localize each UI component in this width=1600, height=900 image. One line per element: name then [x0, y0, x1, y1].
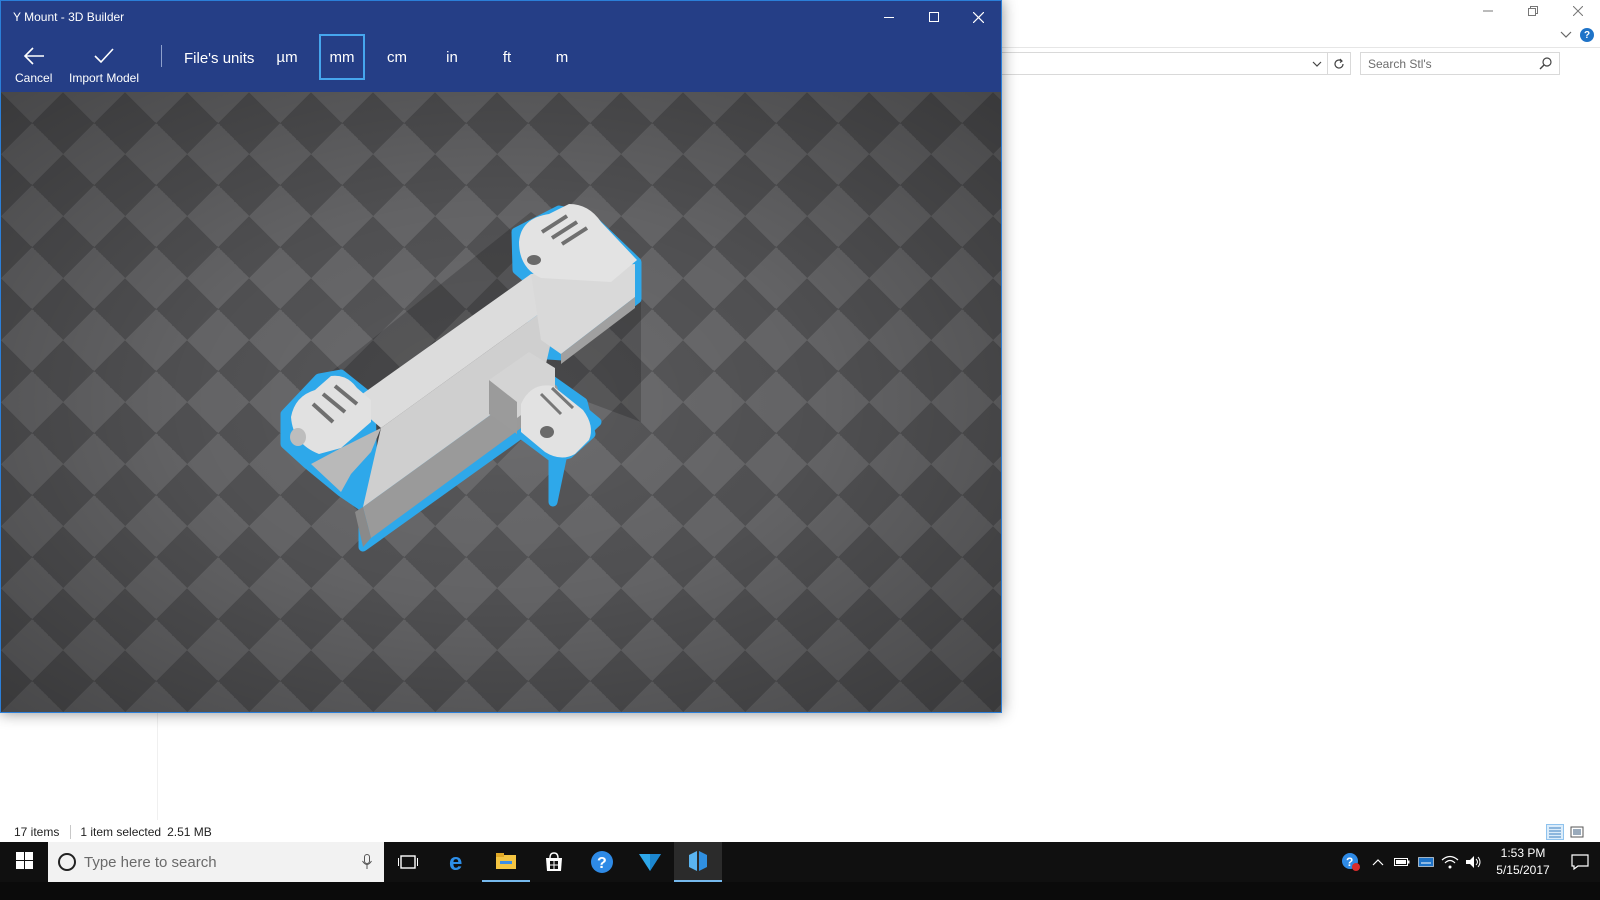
- window-controls: [866, 1, 1001, 33]
- selected-size: 2.51 MB: [167, 825, 212, 839]
- store-icon[interactable]: [530, 842, 578, 882]
- upper-mount-hole: [527, 255, 541, 265]
- clock-time: 1:53 PM: [1500, 846, 1546, 860]
- file-explorer-icon[interactable]: [482, 842, 530, 882]
- explorer-close-button[interactable]: [1555, 0, 1600, 22]
- windows-logo-icon: [15, 852, 33, 872]
- cortana-icon: [58, 853, 76, 871]
- taskbar: Type here to search e ? ? 1:53 PM 5/15/2…: [0, 842, 1600, 882]
- title-bar: Y Mount - 3D Builder: [1, 1, 1001, 33]
- explorer-restore-button[interactable]: [1510, 0, 1555, 22]
- refresh-icon[interactable]: [1327, 53, 1350, 74]
- volume-icon[interactable]: [1462, 842, 1486, 882]
- svg-text:?: ?: [597, 855, 607, 872]
- file-units-label: File's units: [184, 50, 255, 67]
- 3d-builder-window: Y Mount - 3D Builder Cancel Import Model: [0, 0, 1002, 713]
- feedback-icon[interactable]: [626, 842, 674, 882]
- wifi-icon[interactable]: [1438, 842, 1462, 882]
- system-tray: ? 1:53 PM 5/15/2017: [1336, 842, 1600, 882]
- clock[interactable]: 1:53 PM 5/15/2017: [1486, 845, 1560, 879]
- address-dropdown-icon[interactable]: [1308, 53, 1326, 74]
- explorer-minimize-button[interactable]: [1465, 0, 1510, 22]
- taskbar-search-placeholder: Type here to search: [84, 853, 217, 871]
- import-model-button[interactable]: Import Model: [69, 43, 139, 85]
- minimize-button[interactable]: [866, 1, 911, 33]
- address-bar[interactable]: [1001, 52, 1351, 75]
- navigation-pane-divider: [157, 712, 158, 820]
- desktop-strip: [0, 882, 1600, 900]
- unit-centimeter-button[interactable]: cm: [374, 34, 420, 80]
- ribbon-divider: [1001, 47, 1600, 48]
- chevron-up-icon[interactable]: [1366, 842, 1390, 882]
- unit-meter-button[interactable]: m: [539, 34, 585, 80]
- left-mount-hole: [290, 428, 306, 446]
- view-switcher: [1546, 824, 1586, 840]
- explorer-window-controls: [1465, 0, 1600, 22]
- ribbon-row: ?: [1560, 26, 1594, 44]
- svg-text:e: e: [449, 851, 462, 873]
- start-button[interactable]: [0, 842, 48, 882]
- item-count: 17 items: [14, 825, 60, 839]
- chevron-down-icon[interactable]: [1560, 28, 1572, 42]
- task-view-icon[interactable]: [384, 842, 432, 882]
- close-button[interactable]: [956, 1, 1001, 33]
- window-title: Y Mount - 3D Builder: [13, 10, 125, 24]
- action-center-icon[interactable]: [1560, 842, 1600, 882]
- 3d-viewport[interactable]: [1, 92, 1001, 712]
- tray-help-icon[interactable]: ?: [1336, 842, 1366, 882]
- status-separator: [70, 825, 72, 839]
- microphone-icon[interactable]: [362, 854, 372, 873]
- y-mount-model[interactable]: [1, 92, 1001, 712]
- help-icon[interactable]: ?: [1580, 28, 1594, 42]
- import-toolbar: Cancel Import Model File's units µm mm c…: [1, 33, 1001, 92]
- lower-mount-hole: [540, 426, 554, 438]
- maximize-button[interactable]: [911, 1, 956, 33]
- details-view-button[interactable]: [1546, 824, 1564, 840]
- import-model-label: Import Model: [69, 71, 140, 85]
- 3d-builder-icon[interactable]: [674, 842, 722, 882]
- taskbar-search-box[interactable]: Type here to search: [48, 842, 384, 882]
- unit-inch-button[interactable]: in: [429, 34, 475, 80]
- checkmark-icon: [93, 43, 115, 69]
- unit-micrometer-button[interactable]: µm: [264, 34, 310, 80]
- back-arrow-icon: [23, 43, 45, 69]
- upper-prongs: [519, 204, 637, 282]
- large-icons-view-button[interactable]: [1568, 824, 1586, 840]
- cancel-button[interactable]: Cancel: [15, 43, 52, 85]
- keyboard-icon[interactable]: [1414, 842, 1438, 882]
- unit-millimeter-button[interactable]: mm: [319, 34, 365, 80]
- toolbar-separator: [161, 45, 162, 67]
- clock-date: 5/15/2017: [1496, 863, 1550, 877]
- help-icon[interactable]: ?: [578, 842, 626, 882]
- search-placeholder: Search Stl's: [1368, 56, 1432, 71]
- status-bar: 17 items 1 item selected 2.51 MB: [0, 822, 1600, 842]
- edge-icon[interactable]: e: [434, 842, 482, 882]
- unit-foot-button[interactable]: ft: [484, 34, 530, 80]
- selected-count: 1 item selected: [80, 825, 162, 839]
- cancel-label: Cancel: [15, 71, 53, 85]
- search-input[interactable]: Search Stl's: [1360, 52, 1560, 75]
- search-icon[interactable]: [1539, 57, 1552, 73]
- battery-icon[interactable]: [1390, 842, 1414, 882]
